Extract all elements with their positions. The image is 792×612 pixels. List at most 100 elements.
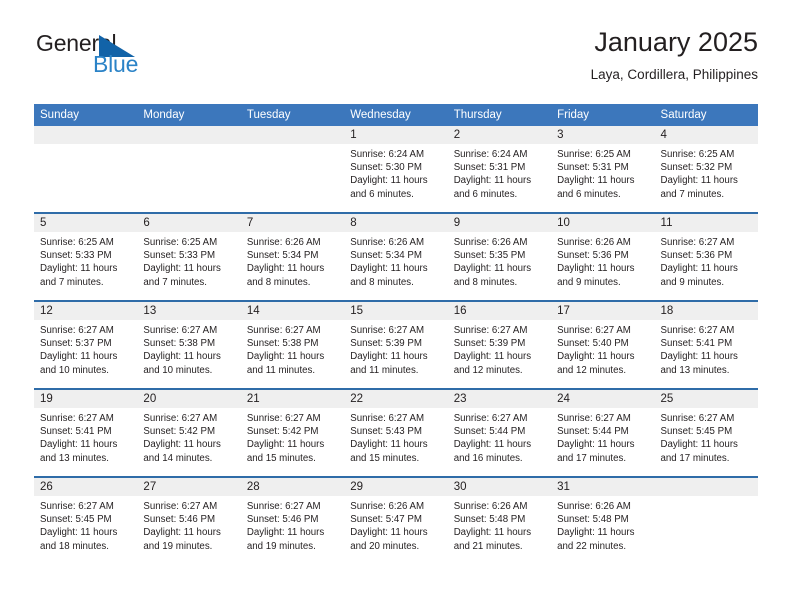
calendar-day-cell[interactable]: 22 Sunrise: 6:27 AM Sunset: 5:43 PM Dayligh… <box>344 390 448 476</box>
sunrise-text: Sunrise: 6:25 AM <box>40 237 114 248</box>
day-details: Sunrise: 6:27 AM Sunset: 5:42 PM Daylight:… <box>241 408 344 465</box>
calendar-day-cell[interactable]: 5 Sunrise: 6:25 AM Sunset: 5:33 PM Daylight… <box>34 214 138 300</box>
calendar-day-cell[interactable]: 24 Sunrise: 6:27 AM Sunset: 5:44 PM Dayligh… <box>551 390 655 476</box>
sunset-text: Sunset: 5:46 PM <box>246 514 319 526</box>
calendar-day-cell[interactable]: 27 Sunrise: 6:27 AM Sunset: 5:46 PM Dayligh… <box>137 478 241 566</box>
sunrise-text: Sunrise: 6:27 AM <box>350 413 425 424</box>
day-details: Sunrise: 6:26 AM Sunset: 5:34 PM Daylight:… <box>344 232 447 289</box>
calendar-day-cell-empty <box>654 478 758 566</box>
day-details: Sunrise: 6:26 AM Sunset: 5:47 PM Daylight:… <box>344 496 447 553</box>
calendar-day-cell[interactable]: 15 Sunrise: 6:27 AM Sunset: 5:39 PM Dayligh… <box>344 302 448 388</box>
calendar-day-cell[interactable]: 7 Sunrise: 6:26 AM Sunset: 5:34 PM Daylight… <box>240 214 345 300</box>
calendar-day-cell[interactable]: 11 Sunrise: 6:27 AM Sunset: 5:36 PM Dayligh… <box>654 214 758 300</box>
day-number: 14 <box>240 302 345 320</box>
day-details: Sunrise: 6:27 AM Sunset: 5:46 PM Daylight:… <box>241 496 344 553</box>
calendar-day-cell[interactable]: 23 Sunrise: 6:27 AM Sunset: 5:44 PM Dayligh… <box>447 390 552 476</box>
sunset-text: Sunset: 5:43 PM <box>350 426 422 438</box>
calendar-day-cell-empty <box>137 126 241 212</box>
calendar-day-cell[interactable]: 14 Sunrise: 6:27 AM Sunset: 5:38 PM Dayligh… <box>240 302 345 388</box>
calendar-day-cell[interactable]: 16 Sunrise: 6:27 AM Sunset: 5:39 PM Dayligh… <box>447 302 552 388</box>
day-number: 3 <box>551 126 655 144</box>
sunset-text: Sunset: 5:36 PM <box>660 250 733 262</box>
calendar-day-cell[interactable]: 4 Sunrise: 6:25 AM Sunset: 5:32 PM Daylight… <box>654 126 758 212</box>
calendar-day-cell[interactable]: 18 Sunrise: 6:27 AM Sunset: 5:41 PM Dayligh… <box>654 302 758 388</box>
calendar-day-cell[interactable]: 6 Sunrise: 6:25 AM Sunset: 5:33 PM Daylight… <box>137 214 241 300</box>
sunrise-text: Sunrise: 6:27 AM <box>246 501 321 512</box>
sunset-text: Sunset: 5:35 PM <box>453 250 526 262</box>
calendar-day-cell[interactable]: 26 Sunrise: 6:27 AM Sunset: 5:45 PM Dayligh… <box>34 478 138 566</box>
day-number: 2 <box>447 126 552 144</box>
day-number: 22 <box>344 390 448 408</box>
day-details: Sunrise: 6:26 AM Sunset: 5:48 PM Daylight:… <box>551 496 654 553</box>
calendar-day-cell[interactable]: 9 Sunrise: 6:26 AM Sunset: 5:35 PM Daylight… <box>447 214 552 300</box>
day-number: 10 <box>551 214 655 232</box>
calendar-day-cell[interactable]: 21 Sunrise: 6:27 AM Sunset: 5:42 PM Dayligh… <box>240 390 345 476</box>
day-details <box>241 144 344 148</box>
daylight-text-cont: and 19 minutes. <box>143 540 213 552</box>
calendar-day-cell[interactable]: 17 Sunrise: 6:27 AM Sunset: 5:40 PM Dayligh… <box>551 302 655 388</box>
calendar-week-row: 1 Sunrise: 6:24 AM Sunset: 5:30 PM Daylight… <box>34 126 758 214</box>
daylight-text: Daylight: 11 hours <box>40 527 118 539</box>
daylight-text: Daylight: 11 hours <box>40 351 118 363</box>
calendar-day-cell[interactable]: 12 Sunrise: 6:27 AM Sunset: 5:37 PM Dayligh… <box>34 302 138 388</box>
calendar-day-cell[interactable]: 8 Sunrise: 6:26 AM Sunset: 5:34 PM Daylight… <box>344 214 448 300</box>
weekday-header-row: Sunday Monday Tuesday Wednesday Thursday… <box>34 104 758 126</box>
daylight-text: Daylight: 11 hours <box>557 439 635 451</box>
calendar-week-row: 12 Sunrise: 6:27 AM Sunset: 5:37 PM Dayligh… <box>34 302 758 390</box>
calendar-day-cell[interactable]: 25 Sunrise: 6:27 AM Sunset: 5:45 PM Dayligh… <box>654 390 758 476</box>
day-details: Sunrise: 6:26 AM Sunset: 5:35 PM Daylight:… <box>448 232 551 289</box>
daylight-text-cont: and 17 minutes. <box>660 452 730 464</box>
daylight-text-cont: and 15 minutes. <box>246 452 316 464</box>
day-number: 12 <box>34 302 138 320</box>
daylight-text-cont: and 19 minutes. <box>246 540 316 552</box>
calendar-day-cell[interactable]: 30 Sunrise: 6:26 AM Sunset: 5:48 PM Dayligh… <box>447 478 552 566</box>
sunrise-text: Sunrise: 6:27 AM <box>660 325 735 336</box>
sunset-text: Sunset: 5:37 PM <box>40 338 112 350</box>
day-details: Sunrise: 6:27 AM Sunset: 5:46 PM Daylight:… <box>137 496 240 553</box>
daylight-text-cont: and 11 minutes. <box>246 364 316 376</box>
day-number: 9 <box>447 214 552 232</box>
calendar-day-cell[interactable]: 13 Sunrise: 6:27 AM Sunset: 5:38 PM Dayligh… <box>137 302 241 388</box>
daylight-text-cont: and 7 minutes. <box>660 188 725 200</box>
calendar-day-cell[interactable]: 20 Sunrise: 6:27 AM Sunset: 5:42 PM Dayligh… <box>137 390 241 476</box>
day-details: Sunrise: 6:27 AM Sunset: 5:44 PM Daylight:… <box>551 408 654 465</box>
daylight-text: Daylight: 11 hours <box>453 263 532 275</box>
brand-logo[interactable]: General Blue <box>36 32 166 80</box>
sunrise-text: Sunrise: 6:27 AM <box>143 325 218 336</box>
weekday-header-saturday: Saturday <box>660 109 707 121</box>
day-number: 8 <box>344 214 448 232</box>
sunrise-text: Sunrise: 6:27 AM <box>40 325 114 336</box>
sunrise-text: Sunrise: 6:27 AM <box>660 413 735 424</box>
weekday-header-thursday: Thursday <box>453 109 502 121</box>
day-number: 7 <box>240 214 345 232</box>
calendar-day-cell[interactable]: 1 Sunrise: 6:24 AM Sunset: 5:30 PM Daylight… <box>344 126 448 212</box>
calendar-day-cell[interactable]: 19 Sunrise: 6:27 AM Sunset: 5:41 PM Dayligh… <box>34 390 138 476</box>
sunset-text: Sunset: 5:45 PM <box>660 426 733 438</box>
sunrise-text: Sunrise: 6:26 AM <box>453 237 528 248</box>
sunrise-text: Sunrise: 6:27 AM <box>143 413 218 424</box>
calendar-day-cell[interactable]: 28 Sunrise: 6:27 AM Sunset: 5:46 PM Dayligh… <box>240 478 345 566</box>
sunset-text: Sunset: 5:34 PM <box>350 250 422 262</box>
day-details: Sunrise: 6:27 AM Sunset: 5:45 PM Daylight:… <box>34 496 137 553</box>
calendar-day-cell[interactable]: 3 Sunrise: 6:25 AM Sunset: 5:31 PM Daylight… <box>551 126 655 212</box>
daylight-text: Daylight: 11 hours <box>557 351 635 363</box>
daylight-text-cont: and 21 minutes. <box>453 540 523 552</box>
sunset-text: Sunset: 5:31 PM <box>557 162 629 174</box>
calendar-day-cell[interactable]: 31 Sunrise: 6:26 AM Sunset: 5:48 PM Dayligh… <box>551 478 655 566</box>
daylight-text-cont: and 16 minutes. <box>453 452 523 464</box>
day-details: Sunrise: 6:25 AM Sunset: 5:32 PM Daylight:… <box>655 144 758 201</box>
calendar-day-cell[interactable]: 2 Sunrise: 6:24 AM Sunset: 5:31 PM Daylight… <box>447 126 552 212</box>
day-number: 17 <box>551 302 655 320</box>
day-number: 29 <box>344 478 448 496</box>
sunset-text: Sunset: 5:33 PM <box>143 250 216 262</box>
day-number: 13 <box>137 302 241 320</box>
daylight-text-cont: and 6 minutes. <box>350 188 414 200</box>
day-details: Sunrise: 6:26 AM Sunset: 5:36 PM Daylight:… <box>551 232 654 289</box>
daylight-text: Daylight: 11 hours <box>246 351 325 363</box>
day-number: 1 <box>344 126 448 144</box>
calendar-day-cell[interactable]: 10 Sunrise: 6:26 AM Sunset: 5:36 PM Dayligh… <box>551 214 655 300</box>
day-number: 31 <box>551 478 655 496</box>
weekday-header-wednesday: Wednesday <box>350 109 411 121</box>
sunrise-text: Sunrise: 6:26 AM <box>557 237 631 248</box>
calendar-day-cell[interactable]: 29 Sunrise: 6:26 AM Sunset: 5:47 PM Dayligh… <box>344 478 448 566</box>
